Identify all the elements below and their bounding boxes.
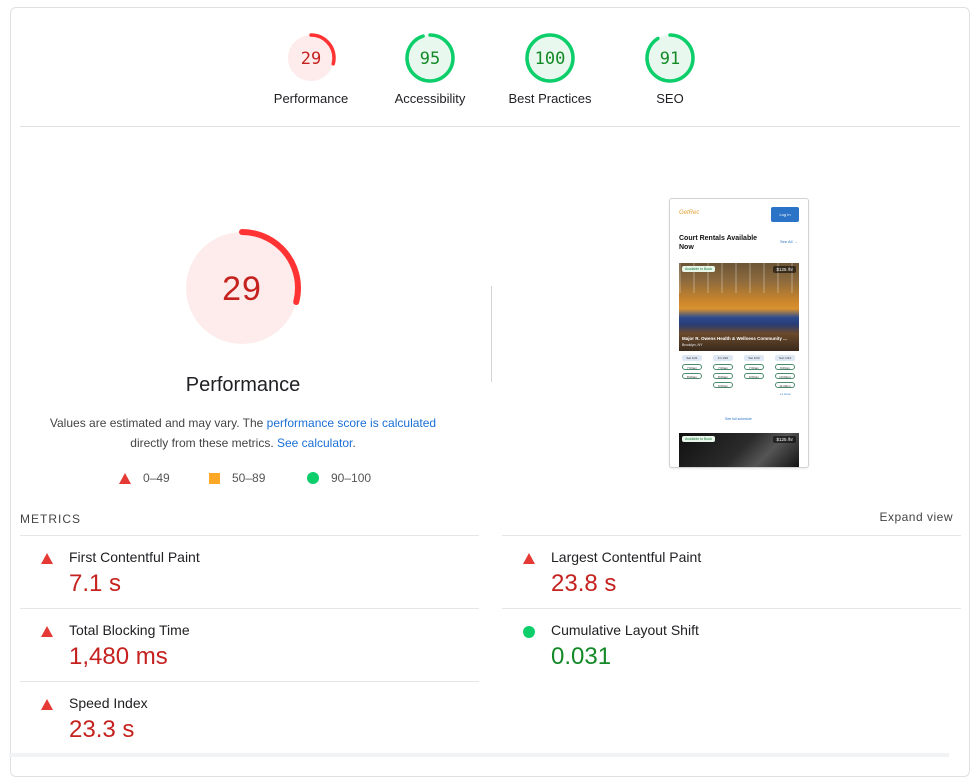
desc-text: . bbox=[352, 436, 356, 450]
circle-icon bbox=[523, 626, 535, 638]
ss-day: Sat 1/23 7:00am 9:00pm bbox=[741, 355, 771, 379]
metric-value: 23.8 s bbox=[551, 570, 617, 597]
ss-slot: 11:00pm bbox=[775, 382, 795, 388]
ss-badge: Available to Book bbox=[682, 436, 715, 442]
square-icon bbox=[209, 472, 220, 484]
ss-see-all: See All → bbox=[780, 239, 798, 244]
metric-label: Largest Contentful Paint bbox=[551, 549, 702, 565]
expand-view-toggle[interactable]: Expand view bbox=[879, 510, 953, 524]
desc-text: directly from these metrics. bbox=[130, 436, 277, 450]
ss-day-header: Sat 1/23 bbox=[744, 355, 764, 361]
gauge-performance[interactable]: 29 Performance bbox=[251, 32, 371, 106]
metric-label: First Contentful Paint bbox=[69, 549, 200, 565]
ss-day: Sat 1/21 7:00am 8:00am bbox=[679, 355, 709, 379]
triangle-icon bbox=[41, 553, 53, 564]
legend-fail: 0–49 bbox=[119, 471, 170, 485]
triangle-icon bbox=[41, 699, 53, 710]
metrics-header: METRICS bbox=[20, 512, 81, 526]
legend-range: 90–100 bbox=[331, 471, 372, 485]
gauge-seo[interactable]: 91 SEO bbox=[610, 32, 730, 106]
gauge-ring: 100 bbox=[525, 33, 575, 83]
gauge-best-practices[interactable]: 100 Best Practices bbox=[490, 32, 610, 106]
metric-label: Total Blocking Time bbox=[69, 622, 190, 638]
ss-slot: 9:00pm bbox=[713, 382, 733, 388]
ss-day: Sun 1/24 9:00pm 10:00pm 11:00pm +1 more bbox=[772, 355, 802, 397]
ss-day-header: Sun 1/24 bbox=[775, 355, 795, 361]
gauge-accessibility[interactable]: 95 Accessibility bbox=[370, 32, 490, 106]
vertical-divider bbox=[491, 286, 492, 382]
gauge-score: 91 bbox=[660, 49, 680, 69]
gauge-ring: 91 bbox=[645, 33, 695, 83]
gauge-label: Best Practices bbox=[508, 91, 592, 106]
ss-slot: 7:00am bbox=[744, 364, 764, 370]
gauge-score: 29 bbox=[301, 49, 321, 69]
score-calculated-link[interactable]: performance score is calculated bbox=[267, 416, 436, 430]
ss-logo: GetRec bbox=[679, 210, 700, 216]
metric-label: Cumulative Layout Shift bbox=[551, 622, 699, 638]
performance-description: Values are estimated and may vary. The p… bbox=[31, 413, 455, 453]
ss-day: Fri 1/22 7:00am 8:00am 9:00pm bbox=[710, 355, 740, 388]
legend-average: 50–89 bbox=[209, 471, 265, 485]
ss-price: $125 /hr bbox=[773, 436, 796, 443]
ss-slot: 7:00am bbox=[713, 364, 733, 370]
triangle-icon bbox=[523, 553, 535, 564]
ss-slot: 10:00pm bbox=[775, 373, 795, 379]
metric-value: 23.3 s bbox=[69, 716, 135, 743]
triangle-icon bbox=[119, 472, 131, 484]
category-gauges: 29 Performance 95 Accessibility 100 Best… bbox=[11, 8, 969, 128]
ss-schedule: Sat 1/21 7:00am 8:00am Fri 1/22 7:00am 8… bbox=[679, 355, 803, 413]
performance-score: 29 bbox=[222, 270, 262, 308]
ss-court-photo: Available to Book $125 /hr Major R. Owen… bbox=[679, 263, 799, 351]
metric-largest-contentful-paint: Largest Contentful Paint 23.8 s bbox=[502, 535, 961, 609]
ss-slot: 8:00am bbox=[713, 373, 733, 379]
ss-more: +1 more bbox=[779, 392, 791, 396]
ss-location: Brooklyn, NY bbox=[682, 343, 703, 347]
ss-slot: 9:00pm bbox=[775, 364, 795, 370]
ss-day-header: Fri 1/22 bbox=[713, 355, 733, 361]
final-screenshot[interactable]: GetRec Log In Court Rentals Available No… bbox=[669, 198, 809, 468]
metric-value: 1,480 ms bbox=[69, 643, 168, 670]
triangle-icon bbox=[41, 626, 53, 637]
gauge-ring: 95 bbox=[405, 33, 455, 83]
ss-see-full-schedule: See full schedule bbox=[725, 417, 752, 421]
ss-badge: Available to Book bbox=[682, 266, 715, 272]
gauge-label: SEO bbox=[656, 91, 684, 106]
ss-court-photo-2: Available to Book $125 /hr bbox=[679, 433, 799, 467]
performance-title: Performance bbox=[185, 374, 301, 396]
score-legend: 0–49 50–89 90–100 bbox=[11, 471, 481, 487]
desc-text: Values are estimated and may vary. The bbox=[49, 416, 267, 430]
legend-range: 0–49 bbox=[143, 471, 170, 485]
performance-gauge-large: 29 bbox=[182, 228, 302, 348]
ss-login-button: Log In bbox=[771, 207, 799, 222]
gauge-score: 100 bbox=[535, 49, 566, 69]
ss-day-header: Sat 1/21 bbox=[682, 355, 702, 361]
metric-speed-index: Speed Index 23.3 s bbox=[20, 681, 479, 755]
see-calculator-link[interactable]: See calculator bbox=[277, 436, 352, 450]
ss-price: $125 /hr bbox=[773, 266, 796, 273]
ss-venue: Major R. Owens Health & Wellness Communi… bbox=[682, 336, 787, 341]
ss-heading: Court Rentals Available Now bbox=[679, 235, 758, 251]
gauge-score: 95 bbox=[420, 49, 440, 69]
legend-range: 50–89 bbox=[232, 471, 266, 485]
legend-pass: 90–100 bbox=[307, 471, 371, 485]
metric-total-blocking-time: Total Blocking Time 1,480 ms bbox=[20, 608, 479, 682]
metric-cumulative-layout-shift: Cumulative Layout Shift 0.031 bbox=[502, 608, 961, 682]
ss-slot: 9:00pm bbox=[744, 373, 764, 379]
metric-value: 0.031 bbox=[551, 643, 612, 670]
section-divider bbox=[20, 126, 960, 127]
gauge-ring: 29 bbox=[183, 229, 301, 347]
metric-value: 7.1 s bbox=[69, 570, 122, 597]
gauge-ring: 29 bbox=[286, 33, 336, 83]
gauge-label: Performance bbox=[273, 91, 349, 106]
ss-slot: 8:00am bbox=[682, 373, 702, 379]
lighthouse-report: 29 Performance 95 Accessibility 100 Best… bbox=[10, 7, 970, 777]
circle-icon bbox=[307, 472, 319, 484]
metric-first-contentful-paint: First Contentful Paint 7.1 s bbox=[20, 535, 479, 609]
metric-label: Speed Index bbox=[69, 695, 148, 711]
bottom-bar bbox=[9, 753, 949, 757]
ss-slot: 7:00am bbox=[682, 364, 702, 370]
gauge-label: Accessibility bbox=[394, 91, 466, 106]
